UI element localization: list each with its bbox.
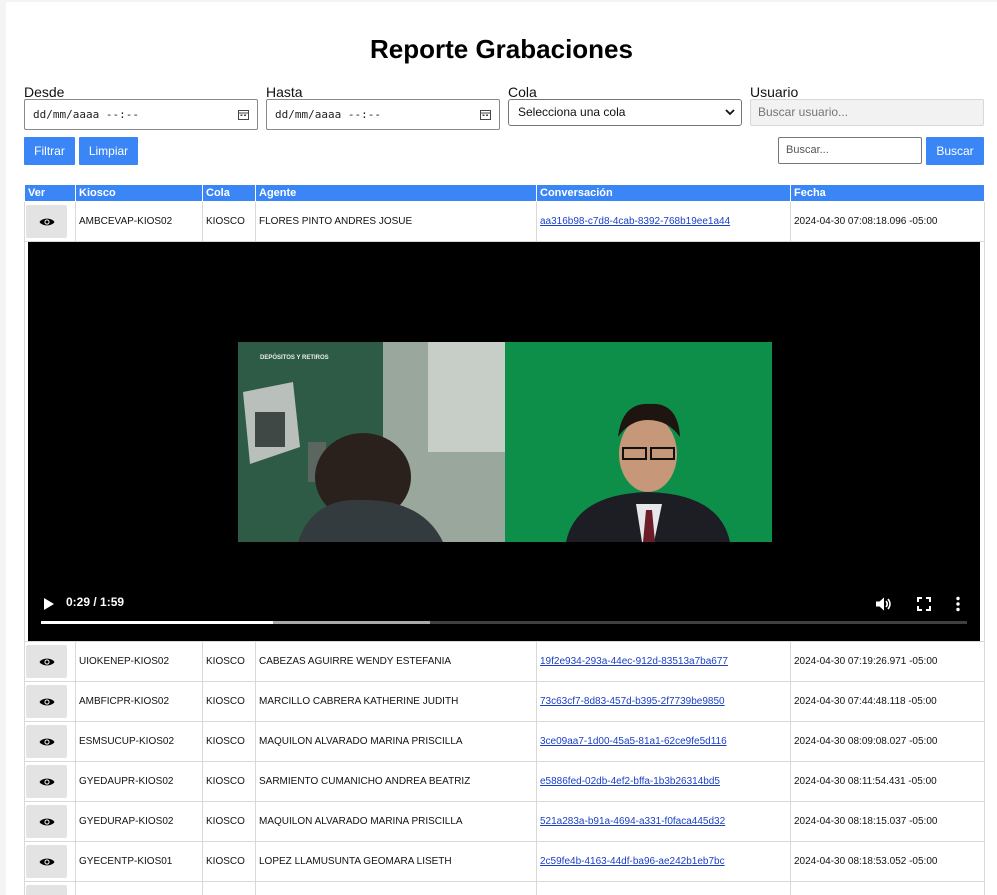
cola-selected-value: Selecciona una cola [518, 105, 626, 119]
table-row: AMBFICPR-KIOS02 KIOSCO MARCILLO CABRERA … [24, 681, 985, 722]
calendar-icon[interactable] [480, 109, 491, 120]
view-recording-button[interactable] [26, 725, 67, 758]
conversation-link[interactable]: e5886fed-02db-4ef2-bffa-1b3b26314bd5 [540, 776, 720, 787]
agente-cell: MARCILLO CABRERA KATHERINE JUDITH [255, 681, 537, 722]
fecha-cell: 2024-04-30 08:11:54.431 -05:00 [790, 761, 985, 802]
recordings-table: Ver Kiosco Cola Agente Conversación Fech… [24, 184, 985, 895]
fecha-cell: 2024-04-30 07:19:26.971 -05:00 [790, 641, 985, 682]
report-page: Reporte Grabaciones Desde dd/mm/aaaa --:… [6, 2, 997, 895]
header-agente: Agente [255, 184, 537, 202]
filtrar-button[interactable]: Filtrar [24, 137, 75, 165]
conversation-link[interactable]: 73c63cf7-8d83-457d-b395-2f7739be9850 [540, 696, 725, 707]
eye-icon [39, 738, 54, 745]
eye-icon [39, 778, 54, 785]
time-display: 0:29 / 1:59 [66, 595, 125, 609]
eye-icon [39, 698, 54, 705]
view-recording-button[interactable] [26, 845, 67, 878]
video-player-row: DEPÓSITOS Y RETIROS 0:29 / 1:59 [24, 241, 985, 642]
table-search-input[interactable]: Buscar... [778, 137, 922, 164]
view-recording-button[interactable] [26, 765, 67, 798]
table-row: GYEDAUPR-KIOS02 KIOSCO SARMIENTO CUMANIC… [24, 761, 985, 802]
eye-icon [39, 858, 54, 865]
progress-track[interactable] [41, 621, 967, 624]
more-options-icon[interactable] [955, 596, 961, 612]
desde-datetime-input[interactable]: dd/mm/aaaa --:-- [24, 99, 258, 130]
agente-cell: CABEZAS AGUIRRE WENDY ESTEFANIA [255, 641, 537, 682]
fecha-cell: 2024-04-30 08:18:15.037 -05:00 [790, 801, 985, 842]
kiosco-cell: AMBFICPR-KIOS02 [75, 681, 203, 722]
limpiar-button[interactable]: Limpiar [79, 137, 138, 165]
kiosco-cell: ESMSUCUP-KIOS02 [75, 721, 203, 762]
agente-cell: SARMIENTO CUMANICHO ANDREA BEATRIZ [255, 761, 537, 802]
eye-icon [39, 818, 54, 825]
agente-cell: FLORES PINTO ANDRES JOSUE [255, 201, 537, 242]
deposit-sign: DEPÓSITOS Y RETIROS [260, 353, 329, 361]
cola-cell: KIOSCO [202, 721, 256, 762]
cola-cell: KIOSCO [202, 681, 256, 722]
view-recording-button[interactable] [26, 685, 67, 718]
eye-icon [39, 658, 54, 665]
header-ver: Ver [24, 184, 76, 202]
header-fecha: Fecha [790, 184, 985, 202]
cola-cell: KIOSCO [202, 801, 256, 842]
table-row: GYEDURAP-KIOS02 KIOSCO MAQUILON ALVARADO… [24, 801, 985, 842]
video-player[interactable]: DEPÓSITOS Y RETIROS 0:29 / 1:59 [28, 242, 980, 641]
agente-cell: LOPEZ LLAMUSUNTA GEOMARA LISETH [255, 841, 537, 882]
calendar-icon[interactable] [238, 109, 249, 120]
conversation-link[interactable]: 2c59fe4b-4163-44df-ba96-ae242b1eb7bc [540, 856, 725, 867]
fecha-cell: 2024-04-30 08:09:08.027 -05:00 [790, 721, 985, 762]
cola-select[interactable]: Selecciona una cola [508, 99, 742, 126]
conversation-link[interactable]: 19f2e934-293a-44ec-912d-83513a7ba677 [540, 656, 728, 667]
desde-label: Desde [24, 84, 65, 100]
agente-cell: MAQUILON ALVARADO MARINA PRISCILLA [255, 801, 537, 842]
kiosco-cell: GYECENTP-KIOS01 [75, 841, 203, 882]
fecha-cell: 2024-04-30 08:18:53.052 -05:00 [790, 841, 985, 882]
view-recording-button[interactable] [26, 885, 67, 895]
table-row: AMBCEVAP-KIOS02 KIOSCO FLORES PINTO ANDR… [24, 201, 985, 242]
fecha-cell: 2024-04-30 07:08:18.096 -05:00 [790, 201, 985, 242]
volume-icon[interactable] [876, 597, 892, 611]
fullscreen-icon[interactable] [917, 597, 931, 611]
table-row [24, 881, 985, 895]
desde-value: dd/mm/aaaa --:-- [33, 108, 139, 121]
page-title: Reporte Grabaciones [370, 34, 633, 64]
table-row: GYECENTP-KIOS01 KIOSCO LOPEZ LLAMUSUNTA … [24, 841, 985, 882]
table-row: UIOKENEP-KIOS02 KIOSCO CABEZAS AGUIRRE W… [24, 641, 985, 682]
view-recording-button[interactable] [26, 805, 67, 838]
controls-gradient [28, 549, 980, 641]
usuario-placeholder: Buscar usuario... [758, 105, 849, 119]
header-conversacion: Conversación [536, 184, 791, 202]
cola-cell: KIOSCO [202, 761, 256, 802]
play-icon[interactable] [44, 598, 54, 610]
hasta-value: dd/mm/aaaa --:-- [275, 108, 381, 121]
buscar-button[interactable]: Buscar [926, 137, 984, 165]
cola-cell: KIOSCO [202, 841, 256, 882]
agente-cell: MAQUILON ALVARADO MARINA PRISCILLA [255, 721, 537, 762]
usuario-label: Usuario [750, 84, 799, 100]
kiosco-cell: AMBCEVAP-KIOS02 [75, 201, 203, 242]
played-bar [41, 621, 273, 624]
view-recording-button[interactable] [26, 645, 67, 678]
header-cola: Cola [202, 184, 256, 202]
cola-cell: KIOSCO [202, 641, 256, 682]
header-kiosco: Kiosco [75, 184, 203, 202]
hasta-datetime-input[interactable]: dd/mm/aaaa --:-- [266, 99, 500, 130]
kiosco-cell: UIOKENEP-KIOS02 [75, 641, 203, 682]
hasta-label: Hasta [266, 84, 303, 100]
table-search-placeholder: Buscar... [786, 144, 829, 156]
usuario-search-input[interactable]: Buscar usuario... [750, 99, 984, 126]
kiosco-cell: GYEDURAP-KIOS02 [75, 801, 203, 842]
chevron-down-icon [725, 109, 735, 116]
cola-label: Cola [508, 84, 537, 100]
table-header-row: Ver Kiosco Cola Agente Conversación Fech… [24, 184, 985, 202]
eye-icon [39, 218, 54, 225]
fecha-cell: 2024-04-30 07:44:48.118 -05:00 [790, 681, 985, 722]
cola-cell: KIOSCO [202, 201, 256, 242]
conversation-link[interactable]: 521a283a-b91a-4694-a331-f0faca445d32 [540, 816, 725, 827]
view-recording-button[interactable] [26, 205, 67, 238]
kiosco-cell: GYEDAUPR-KIOS02 [75, 761, 203, 802]
conversation-link[interactable]: aa316b98-c7d8-4cab-8392-768b19ee1a44 [540, 216, 730, 227]
conversation-link[interactable]: 3ce09aa7-1d00-45a5-81a1-62ce9fe5d116 [540, 736, 727, 747]
table-row: ESMSUCUP-KIOS02 KIOSCO MAQUILON ALVARADO… [24, 721, 985, 762]
